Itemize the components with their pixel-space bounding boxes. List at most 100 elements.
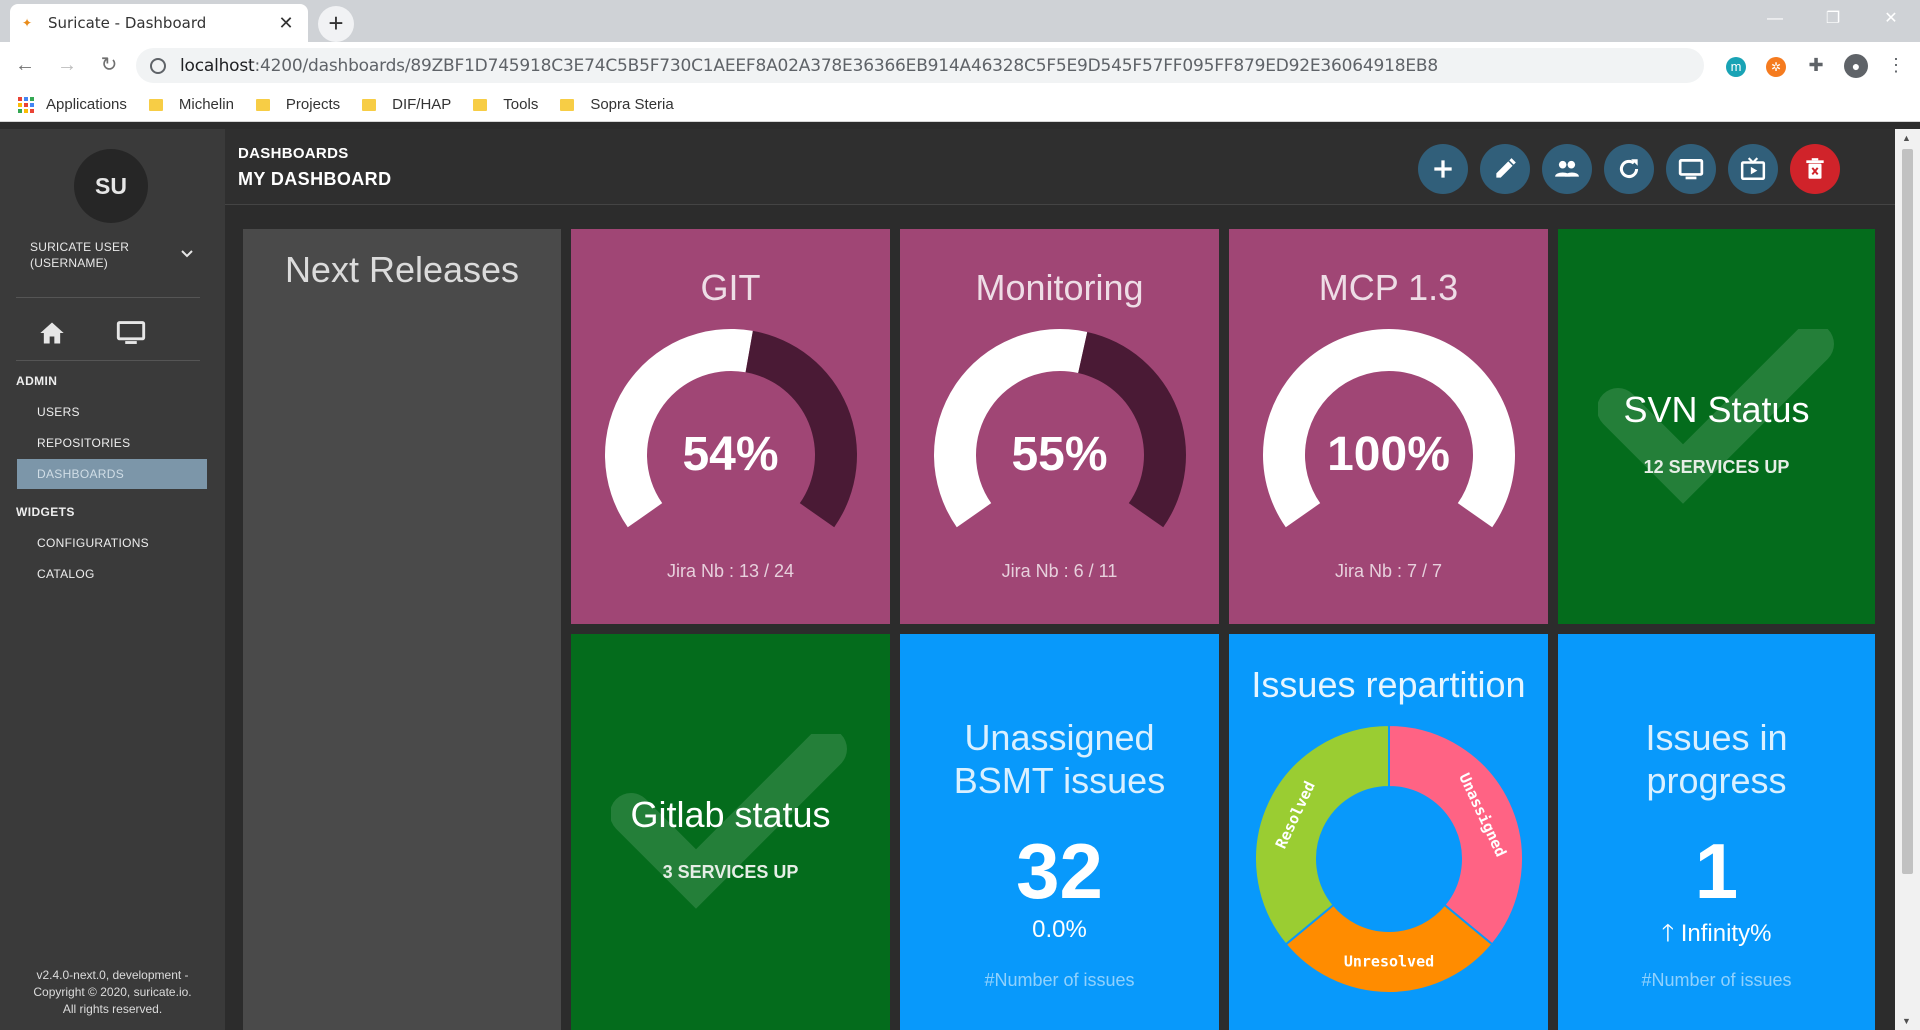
scroll-up-icon[interactable]: ▲ [1902,133,1911,143]
share-users-button[interactable] [1542,144,1592,194]
bookmarks-bar: Applications Michelin Projects DIF/HAP T… [0,88,1920,122]
widget-issues-repartition[interactable]: Issues repartition Unassigned Unresolved R… [1229,634,1548,1030]
widget-gauge-mcp[interactable]: MCP 1.3 100% Jira Nb : 7 / 7 [1229,229,1548,624]
users-icon [1555,160,1579,177]
widget-gitlab-status[interactable]: Gitlab status 3 SERVICES UP [571,634,890,1030]
bookmark-applications[interactable]: Applications [18,96,127,113]
refresh-icon [1619,159,1639,179]
monitor-icon[interactable] [116,319,146,347]
avatar: SU [74,149,148,223]
widget-unassigned-bsmt[interactable]: Unassigned BSMT issues 32 0.0% #Number o… [900,634,1219,1030]
tv-mode-button[interactable] [1728,144,1778,194]
section-admin: ADMIN [16,374,58,388]
minimize-icon[interactable]: — [1746,0,1804,38]
sidebar-item-catalog[interactable]: CATALOG [17,559,207,589]
bookmark-projects[interactable]: Projects [255,96,340,113]
widget-title: Issues repartition [1251,664,1526,705]
apps-grid-icon [18,96,34,113]
widget-title: SVN Status [1623,389,1810,430]
arrow-up-icon: 🡑 [1661,920,1675,947]
sidebar-item-configurations[interactable]: CONFIGURATIONS [17,528,207,558]
tv-icon [1740,157,1766,180]
gauge-value: 55% [1011,428,1108,481]
url-text: localhost:4200/dashboards/89ZBF1D745918C… [180,55,1438,76]
window-controls: — ❐ ✕ [1746,0,1920,38]
home-icon[interactable] [38,319,66,347]
sidebar-item-repositories[interactable]: REPOSITORIES [17,428,207,458]
bookmark-dif-hap[interactable]: DIF/HAP [362,96,451,113]
status-subtitle: 3 SERVICES UP [662,862,799,882]
site-info-icon[interactable] [150,57,166,74]
divider [16,360,200,361]
widget-title: Next Releases [284,249,520,290]
scroll-down-icon[interactable]: ▼ [1902,1016,1911,1026]
widget-svn-status[interactable]: SVN Status 12 SERVICES UP [1558,229,1875,624]
widget-gauge-git[interactable]: GIT 54% Jira Nb : 13 / 24 [571,229,890,624]
trash-icon [1806,158,1824,179]
folder-icon [473,98,488,111]
dashboard-header: DASHBOARDS MY DASHBOARD [225,129,1895,205]
restore-icon[interactable]: ❐ [1804,0,1862,38]
donut-label: Unresolved [1344,953,1434,971]
page-title: MY DASHBOARD [238,169,392,189]
bookmark-michelin[interactable]: Michelin [148,96,234,113]
version-info: v2.4.0-next.0, development - Copyright ©… [33,968,192,1016]
widget-issues-in-progress[interactable]: Issues in progress 1 🡑 Infinity% #Number… [1558,634,1875,1030]
sidebar: SU SURICATE USER (USERNAME) ADMIN USERS … [0,129,225,1030]
metric-delta: 🡑 Infinity% [1661,920,1772,947]
profile-icon[interactable]: ● [1840,49,1872,81]
delete-dashboard-button[interactable] [1790,144,1840,194]
extensions-puzzle-icon[interactable]: ✚ [1800,49,1832,81]
widget-gauge-monitoring[interactable]: Monitoring 55% Jira Nb : 6 / 11 [900,229,1219,624]
edit-dashboard-button[interactable] [1480,144,1530,194]
bookmark-sopra-steria[interactable]: Sopra Steria [560,96,674,113]
gauge-subtitle: Jira Nb : 6 / 11 [1001,561,1118,581]
widget-next-releases[interactable]: Next Releases [243,229,561,1030]
metric-value: 32 [1016,827,1103,915]
status-subtitle: 12 SERVICES UP [1643,457,1790,477]
browser-toolbar: ← → ↻ localhost:4200/dashboards/89ZBF1D7… [0,42,1920,88]
new-tab-button[interactable]: + [318,6,354,42]
extension-m-icon[interactable]: m [1720,49,1752,81]
section-widgets: WIDGETS [16,505,75,519]
sidebar-item-dashboards[interactable]: DASHBOARDS [17,459,207,489]
folder-icon [560,98,575,111]
metric-value: 1 [1694,827,1739,915]
widget-title: Issues in progress [1645,717,1788,801]
address-bar[interactable]: localhost:4200/dashboards/89ZBF1D745918C… [136,48,1704,83]
chevron-down-icon[interactable] [180,247,194,261]
browser-tab-bar: ✦ Suricate - Dashboard ✕ + — ❐ ✕ [0,0,1920,42]
widget-grid: Next Releases GIT 54% Jira Nb : 13 / 24 … [243,229,1875,1030]
donut-chart: UnassignedUnresolvedResolved [1254,724,1524,994]
divider [16,297,200,298]
extensions-area: m ✲ ✚ ● ⋮ [1720,48,1912,82]
window-close-icon[interactable]: ✕ [1862,0,1920,38]
extension-orange-icon[interactable]: ✲ [1760,49,1792,81]
monitor-icon [1678,158,1704,180]
refresh-button[interactable] [1604,144,1654,194]
gauge-value: 54% [682,428,779,481]
page-scrollbar[interactable]: ▲ ▼ [1895,129,1920,1030]
gauge-value: 100% [1327,428,1450,481]
scrollbar-thumb[interactable] [1902,149,1913,874]
gauge-subtitle: Jira Nb : 13 / 24 [666,561,795,581]
metric-footer: #Number of issues [1641,970,1792,990]
sidebar-item-users[interactable]: USERS [17,397,207,427]
breadcrumb[interactable]: DASHBOARDS [238,145,349,162]
tab-title: Suricate - Dashboard [48,14,207,32]
forward-icon[interactable]: → [50,48,84,82]
metric-delta: 0.0% [1032,916,1087,943]
folder-icon [255,98,270,111]
add-widget-button[interactable] [1418,144,1468,194]
widget-title: Gitlab status [630,794,831,835]
display-screen-button[interactable] [1666,144,1716,194]
pencil-icon [1496,158,1516,178]
tab-close-icon[interactable]: ✕ [276,13,296,34]
browser-menu-icon[interactable]: ⋮ [1880,49,1912,81]
folder-icon [362,98,377,111]
back-icon[interactable]: ← [8,48,42,82]
reload-icon[interactable]: ↻ [92,48,126,82]
widget-title: MCP 1.3 [1318,267,1459,308]
bookmark-tools[interactable]: Tools [473,96,538,113]
browser-tab[interactable]: ✦ Suricate - Dashboard ✕ [10,4,308,42]
